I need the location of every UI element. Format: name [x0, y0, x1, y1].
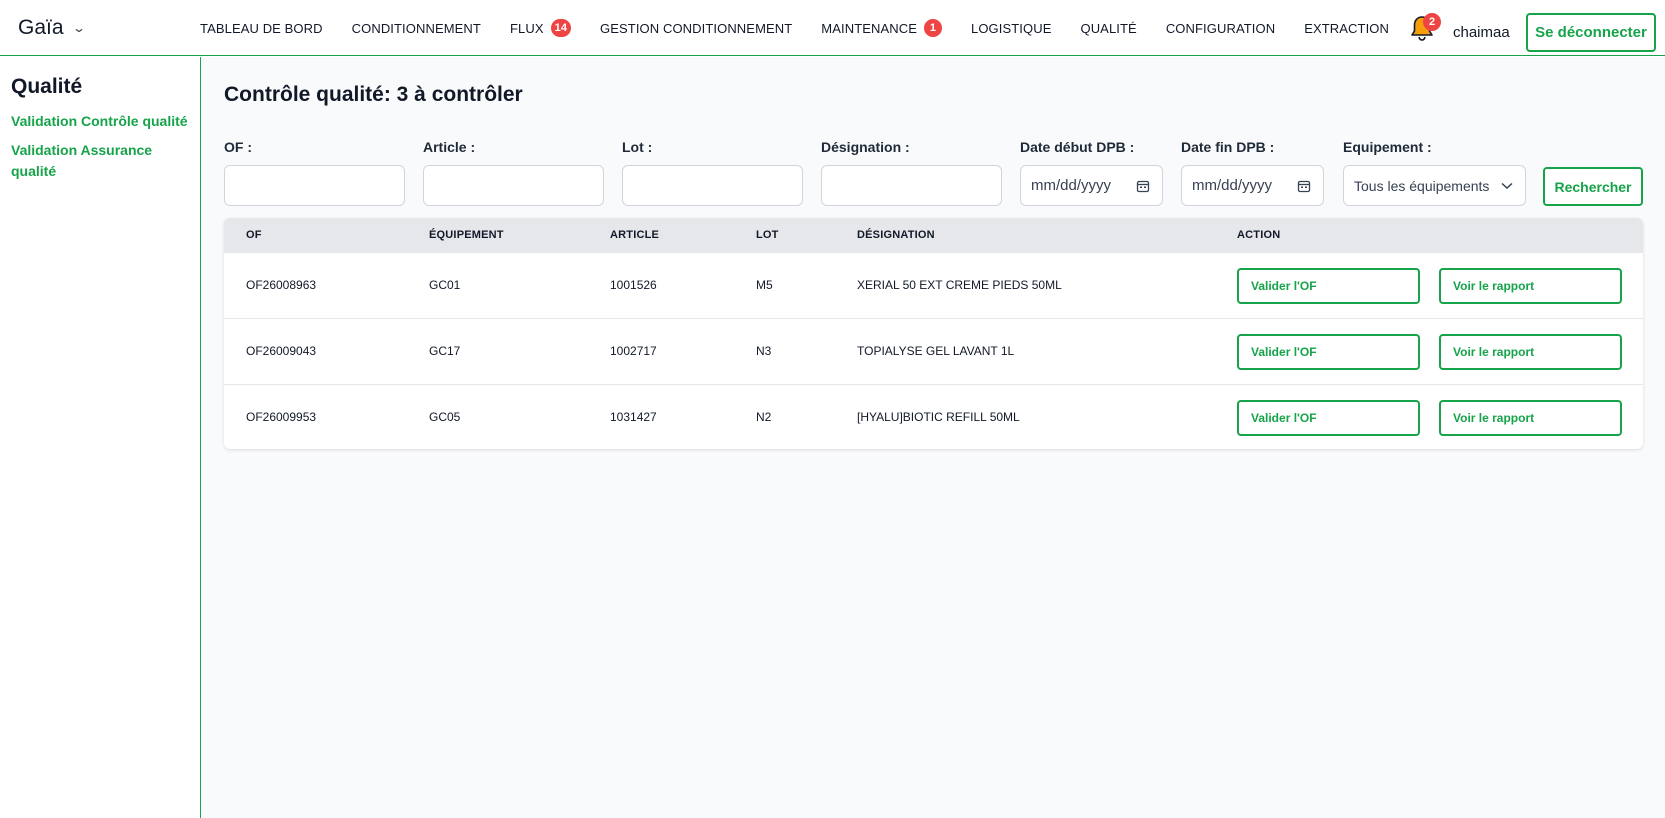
designation-filter-label: Désignation : [821, 139, 910, 155]
cell-designation: [HYALU]BIOTIC REFILL 50ML [857, 410, 1020, 424]
of-filter-label: OF : [224, 139, 252, 155]
lot-filter-label: Lot : [622, 139, 653, 155]
of-filter-input[interactable] [224, 165, 405, 206]
table-row: OF26008963 GC01 1001526 M5 XERIAL 50 EXT… [224, 253, 1643, 319]
equipment-select[interactable]: Tous les équipements [1343, 165, 1526, 206]
date-end-input[interactable]: mm/dd/yyyy [1181, 165, 1324, 206]
top-navbar: Gaïa ⌄ TABLEAU DE BORD CONDITIONNEMENT F… [0, 0, 1665, 56]
column-header-designation: DÉSIGNATION [857, 229, 935, 241]
quality-control-table: OF ÉQUIPEMENT ARTICLE LOT DÉSIGNATION AC… [224, 218, 1643, 449]
column-header-action: ACTION [1237, 229, 1281, 241]
equipment-select-value: Tous les équipements [1354, 177, 1490, 194]
date-end-filter-label: Date fin DPB : [1181, 139, 1275, 155]
nav-label: MAINTENANCE [821, 20, 918, 36]
sidebar-title: Qualité [11, 75, 83, 98]
main-content: Contrôle qualité: 3 à contrôler OF : Art… [202, 57, 1665, 818]
designation-filter-input[interactable] [821, 165, 1002, 206]
column-header-of: OF [246, 229, 262, 241]
chevron-down-icon: ⌄ [71, 21, 86, 35]
cell-lot: N2 [756, 410, 772, 424]
nav-item-flux[interactable]: FLUX 14 [509, 19, 572, 37]
calendar-icon [1136, 180, 1150, 192]
nav-label: LOGISTIQUE [971, 20, 1052, 36]
nav-label: FLUX [509, 20, 544, 36]
column-header-lot: LOT [756, 229, 779, 241]
sidebar: Qualité Validation Contrôle qualité Vali… [0, 57, 201, 818]
cell-article: 1001526 [610, 278, 657, 292]
cell-article: 1002717 [610, 344, 657, 358]
nav-label: QUALITÉ [1080, 20, 1137, 36]
view-report-button[interactable]: Voir le rapport [1439, 268, 1622, 304]
column-header-equipement: ÉQUIPEMENT [429, 229, 504, 241]
chevron-down-icon [1501, 182, 1513, 189]
cell-of: OF26009043 [246, 344, 317, 358]
nav-item-maintenance[interactable]: MAINTENANCE 1 [821, 19, 943, 37]
notification-count-badge: 2 [1423, 13, 1441, 31]
cell-lot: N3 [756, 344, 772, 358]
nav-item-gestion-conditionnement[interactable]: GESTION CONDITIONNEMENT [600, 21, 792, 36]
nav-label: CONFIGURATION [1165, 20, 1276, 36]
cell-article: 1031427 [610, 410, 657, 424]
validate-of-button[interactable]: Valider l'OF [1237, 334, 1420, 370]
maintenance-count-badge: 1 [924, 19, 943, 37]
nav-label: GESTION CONDITIONNEMENT [600, 20, 793, 36]
brand-name: Gaïa [18, 16, 64, 39]
date-start-filter-label: Date début DPB : [1020, 139, 1135, 155]
column-header-article: ARTICLE [610, 229, 660, 241]
brand-menu[interactable]: Gaïa ⌄ [18, 0, 86, 56]
cell-lot: M5 [756, 278, 773, 292]
cell-of: OF26008963 [246, 278, 317, 292]
nav-item-logistique[interactable]: LOGISTIQUE [971, 21, 1051, 36]
cell-equipement: GC17 [429, 344, 461, 358]
nav-label: CONDITIONNEMENT [351, 20, 481, 36]
date-start-input[interactable]: mm/dd/yyyy [1020, 165, 1163, 206]
date-start-placeholder: mm/dd/yyyy [1031, 177, 1112, 194]
cell-designation: XERIAL 50 EXT CREME PIEDS 50ML [857, 278, 1062, 292]
nav-item-qualite[interactable]: QUALITÉ [1080, 21, 1136, 36]
username: chaimaa [1453, 23, 1510, 41]
article-filter-label: Article : [423, 139, 476, 155]
calendar-icon [1297, 180, 1311, 192]
nav-item-extraction[interactable]: EXTRACTION [1304, 21, 1389, 36]
search-button[interactable]: Rechercher [1543, 167, 1643, 206]
nav-item-conditionnement[interactable]: CONDITIONNEMENT [352, 21, 481, 36]
page-title: Contrôle qualité: 3 à contrôler [224, 83, 523, 106]
flux-count-badge: 14 [550, 19, 572, 37]
view-report-button[interactable]: Voir le rapport [1439, 400, 1622, 436]
notifications-button[interactable]: 2 [1409, 13, 1441, 44]
main-nav: TABLEAU DE BORD CONDITIONNEMENT FLUX 14 G… [200, 0, 1418, 56]
cell-designation: TOPIALYSE GEL LAVANT 1L [857, 344, 1015, 358]
logout-button[interactable]: Se déconnecter [1526, 13, 1656, 52]
cell-of: OF26009953 [246, 410, 317, 424]
validate-of-button[interactable]: Valider l'OF [1237, 268, 1420, 304]
equipment-filter-label: Equipement : [1343, 139, 1432, 155]
validate-of-button[interactable]: Valider l'OF [1237, 400, 1420, 436]
nav-item-tableau-de-bord[interactable]: TABLEAU DE BORD [200, 21, 323, 36]
table-header: OF ÉQUIPEMENT ARTICLE LOT DÉSIGNATION AC… [224, 218, 1643, 253]
cell-equipement: GC05 [429, 410, 461, 424]
lot-filter-input[interactable] [622, 165, 803, 206]
nav-label: TABLEAU DE BORD [200, 20, 323, 36]
article-filter-input[interactable] [423, 165, 604, 206]
cell-equipement: GC01 [429, 278, 461, 292]
sidebar-link-validation-controle-qualite[interactable]: Validation Contrôle qualité [11, 111, 189, 132]
table-row: OF26009043 GC17 1002717 N3 TOPIALYSE GEL… [224, 319, 1643, 385]
table-row: OF26009953 GC05 1031427 N2 [HYALU]BIOTIC… [224, 385, 1643, 449]
view-report-button[interactable]: Voir le rapport [1439, 334, 1622, 370]
date-end-placeholder: mm/dd/yyyy [1192, 177, 1273, 194]
nav-item-configuration[interactable]: CONFIGURATION [1166, 21, 1275, 36]
sidebar-link-validation-assurance-qualite[interactable]: Validation Assurance qualité [11, 140, 189, 182]
nav-label: EXTRACTION [1304, 20, 1389, 36]
